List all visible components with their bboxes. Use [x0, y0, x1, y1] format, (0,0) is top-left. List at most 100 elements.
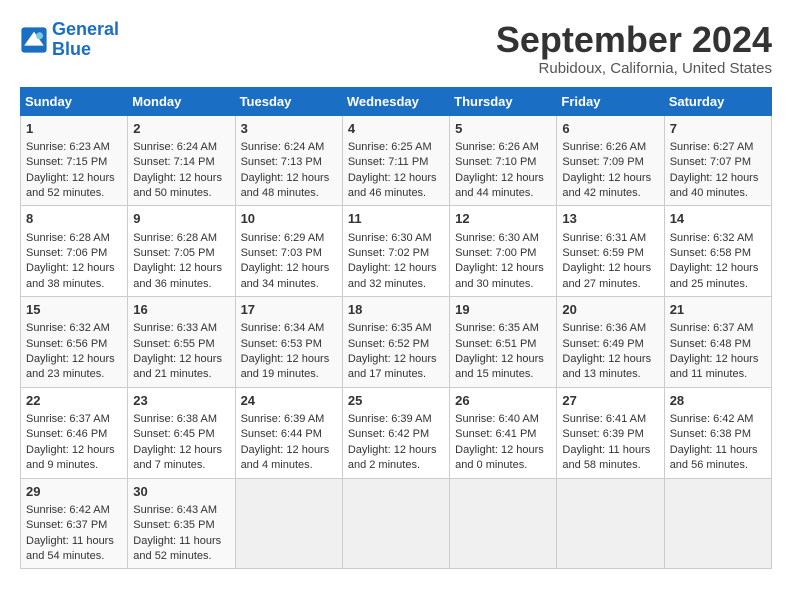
- week-row-2: 8Sunrise: 6:28 AMSunset: 7:06 PMDaylight…: [21, 206, 772, 297]
- day-cell: 22Sunrise: 6:37 AMSunset: 6:46 PMDayligh…: [21, 387, 128, 478]
- daylight-label: Daylight: 12 hours and 2 minutes.: [348, 444, 437, 471]
- sunset: Sunset: 6:41 PM: [455, 428, 536, 440]
- daylight-label: Daylight: 12 hours and 0 minutes.: [455, 444, 544, 471]
- sunrise: Sunrise: 6:35 AM: [348, 322, 432, 334]
- day-number: 29: [26, 483, 122, 501]
- week-row-3: 15Sunrise: 6:32 AMSunset: 6:56 PMDayligh…: [21, 297, 772, 388]
- day-cell: 13Sunrise: 6:31 AMSunset: 6:59 PMDayligh…: [557, 206, 664, 297]
- sunset: Sunset: 6:42 PM: [348, 428, 429, 440]
- day-number: 8: [26, 210, 122, 228]
- day-number: 14: [670, 210, 766, 228]
- sunset: Sunset: 7:13 PM: [241, 156, 322, 168]
- sunrise: Sunrise: 6:38 AM: [133, 413, 217, 425]
- daylight-label: Daylight: 12 hours and 17 minutes.: [348, 353, 437, 380]
- daylight-label: Daylight: 12 hours and 7 minutes.: [133, 444, 222, 471]
- day-cell: 29 Sunrise: 6:42 AM Sunset: 6:37 PM Dayligh…: [21, 478, 128, 569]
- day-cell: 27 Sunrise: 6:41 AM Sunset: 6:39 PM Dayligh…: [557, 387, 664, 478]
- day-cell: 14 Sunrise: 6:32 AM Sunset: 6:58 PM Dayligh…: [664, 206, 771, 297]
- day-cell: 25Sunrise: 6:39 AMSunset: 6:42 PMDayligh…: [342, 387, 449, 478]
- sunset: Sunset: 6:58 PM: [670, 247, 751, 259]
- day-number: 20: [562, 301, 658, 319]
- daylight-label: Daylight: 12 hours and 9 minutes.: [26, 444, 115, 471]
- day-cell: [450, 478, 557, 569]
- day-cell: 6Sunrise: 6:26 AMSunset: 7:09 PMDaylight…: [557, 115, 664, 206]
- sunset: Sunset: 6:56 PM: [26, 338, 107, 350]
- day-cell: 8Sunrise: 6:28 AMSunset: 7:06 PMDaylight…: [21, 206, 128, 297]
- day-cell: 11Sunrise: 6:30 AMSunset: 7:02 PMDayligh…: [342, 206, 449, 297]
- day-cell: 9Sunrise: 6:28 AMSunset: 7:05 PMDaylight…: [128, 206, 235, 297]
- sunrise: Sunrise: 6:33 AM: [133, 322, 217, 334]
- daylight-label: Daylight: 12 hours and 40 minutes.: [670, 172, 759, 199]
- sunset: Sunset: 6:53 PM: [241, 338, 322, 350]
- sunset: Sunset: 6:48 PM: [670, 338, 751, 350]
- day-number: 12: [455, 210, 551, 228]
- sunset: Sunset: 6:51 PM: [455, 338, 536, 350]
- day-number: 15: [26, 301, 122, 319]
- day-cell: 7 Sunrise: 6:27 AM Sunset: 7:07 PM Daylight…: [664, 115, 771, 206]
- sunset: Sunset: 6:37 PM: [26, 519, 107, 531]
- sunset: Sunset: 7:06 PM: [26, 247, 107, 259]
- sunrise: Sunrise: 6:24 AM: [241, 141, 325, 153]
- sunrise: Sunrise: 6:42 AM: [670, 413, 754, 425]
- daylight-label: Daylight: 12 hours and 11 minutes.: [670, 353, 759, 380]
- title-block: September 2024 Rubidoux, California, Uni…: [496, 20, 772, 77]
- sunset: Sunset: 6:46 PM: [26, 428, 107, 440]
- day-cell: 28Sunrise: 6:42 AMSunset: 6:38 PMDayligh…: [664, 387, 771, 478]
- sunrise: Sunrise: 6:41 AM: [562, 413, 646, 425]
- daylight-label: Daylight: 12 hours and 27 minutes.: [562, 262, 651, 289]
- day-number: 27: [562, 392, 658, 410]
- daylight-label: Daylight: 12 hours and 4 minutes.: [241, 444, 330, 471]
- sunrise: Sunrise: 6:43 AM: [133, 504, 217, 516]
- day-number: 3: [241, 120, 337, 138]
- daylight-label: Daylight: 11 hours and 52 minutes.: [133, 535, 221, 562]
- sunset: Sunset: 7:05 PM: [133, 247, 214, 259]
- sunset: Sunset: 7:02 PM: [348, 247, 429, 259]
- sunrise: Sunrise: 6:31 AM: [562, 232, 646, 244]
- sunrise: Sunrise: 6:34 AM: [241, 322, 325, 334]
- sunrise: Sunrise: 6:42 AM: [26, 504, 110, 516]
- sunrise: Sunrise: 6:30 AM: [455, 232, 539, 244]
- header-cell-saturday: Saturday: [664, 87, 771, 115]
- daylight-label: Daylight: 11 hours and 58 minutes.: [562, 444, 650, 471]
- daylight-label: Daylight: 12 hours and 13 minutes.: [562, 353, 651, 380]
- daylight-label: Daylight: 12 hours and 50 minutes.: [133, 172, 222, 199]
- week-row-5: 29 Sunrise: 6:42 AM Sunset: 6:37 PM Dayligh…: [21, 478, 772, 569]
- daylight-label: Daylight: 12 hours and 36 minutes.: [133, 262, 222, 289]
- day-number: 7: [670, 120, 766, 138]
- sunset: Sunset: 7:10 PM: [455, 156, 536, 168]
- sunrise: Sunrise: 6:27 AM: [670, 141, 754, 153]
- day-number: 10: [241, 210, 337, 228]
- day-number: 13: [562, 210, 658, 228]
- day-cell: 5Sunrise: 6:26 AMSunset: 7:10 PMDaylight…: [450, 115, 557, 206]
- day-cell: 1Sunrise: 6:23 AMSunset: 7:15 PMDaylight…: [21, 115, 128, 206]
- sunset: Sunset: 7:00 PM: [455, 247, 536, 259]
- sunrise: Sunrise: 6:29 AM: [241, 232, 325, 244]
- sunrise: Sunrise: 6:39 AM: [241, 413, 325, 425]
- header: General Blue September 2024 Rubidoux, Ca…: [20, 20, 772, 77]
- daylight-label: Daylight: 11 hours and 56 minutes.: [670, 444, 758, 471]
- sunset: Sunset: 6:39 PM: [562, 428, 643, 440]
- daylight-label: Daylight: 12 hours and 25 minutes.: [670, 262, 759, 289]
- day-cell: 16Sunrise: 6:33 AMSunset: 6:55 PMDayligh…: [128, 297, 235, 388]
- sunrise: Sunrise: 6:26 AM: [455, 141, 539, 153]
- week-row-1: 1Sunrise: 6:23 AMSunset: 7:15 PMDaylight…: [21, 115, 772, 206]
- calendar-title: September 2024: [496, 20, 772, 60]
- sunrise: Sunrise: 6:24 AM: [133, 141, 217, 153]
- day-number: 21: [670, 301, 766, 319]
- day-number: 19: [455, 301, 551, 319]
- sunrise: Sunrise: 6:32 AM: [670, 232, 754, 244]
- daylight-label: Daylight: 12 hours and 15 minutes.: [455, 353, 544, 380]
- daylight-label: Daylight: 12 hours and 19 minutes.: [241, 353, 330, 380]
- daylight-label: Daylight: 12 hours and 52 minutes.: [26, 172, 115, 199]
- header-cell-monday: Monday: [128, 87, 235, 115]
- day-number: 2: [133, 120, 229, 138]
- sunrise: Sunrise: 6:25 AM: [348, 141, 432, 153]
- day-cell: 18Sunrise: 6:35 AMSunset: 6:52 PMDayligh…: [342, 297, 449, 388]
- daylight-label: Daylight: 11 hours and 54 minutes.: [26, 535, 114, 562]
- day-number: 28: [670, 392, 766, 410]
- day-cell: 10Sunrise: 6:29 AMSunset: 7:03 PMDayligh…: [235, 206, 342, 297]
- sunset: Sunset: 7:07 PM: [670, 156, 751, 168]
- header-cell-thursday: Thursday: [450, 87, 557, 115]
- day-number: 26: [455, 392, 551, 410]
- logo-icon: [20, 26, 48, 54]
